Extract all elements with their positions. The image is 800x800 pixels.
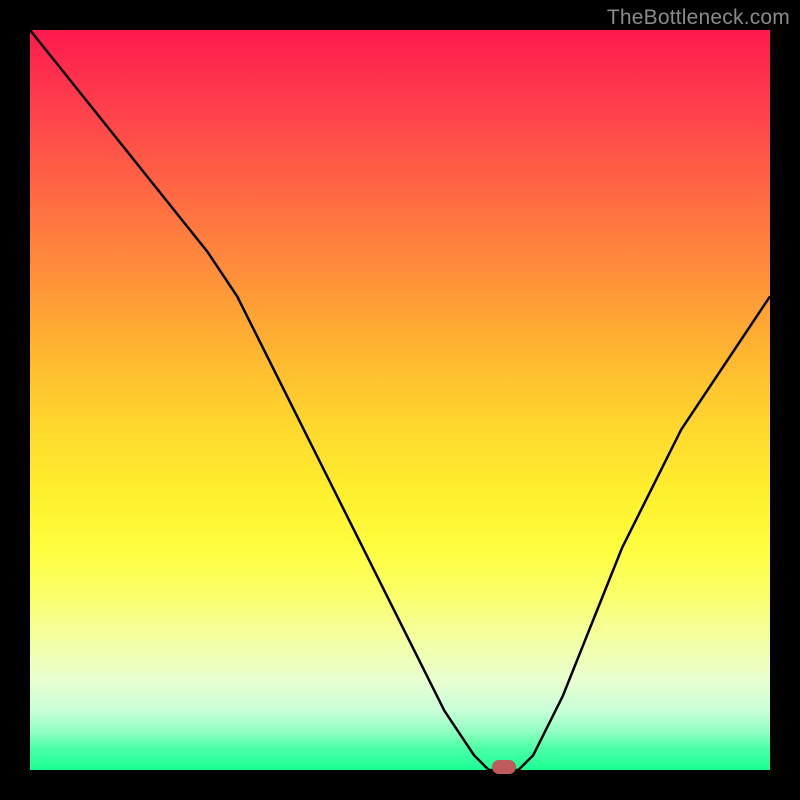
- min-marker: [492, 760, 516, 774]
- bottleneck-curve: [30, 30, 770, 770]
- watermark-text: TheBottleneck.com: [607, 6, 790, 30]
- plot-area: [30, 30, 770, 770]
- chart-container: TheBottleneck.com: [0, 0, 800, 800]
